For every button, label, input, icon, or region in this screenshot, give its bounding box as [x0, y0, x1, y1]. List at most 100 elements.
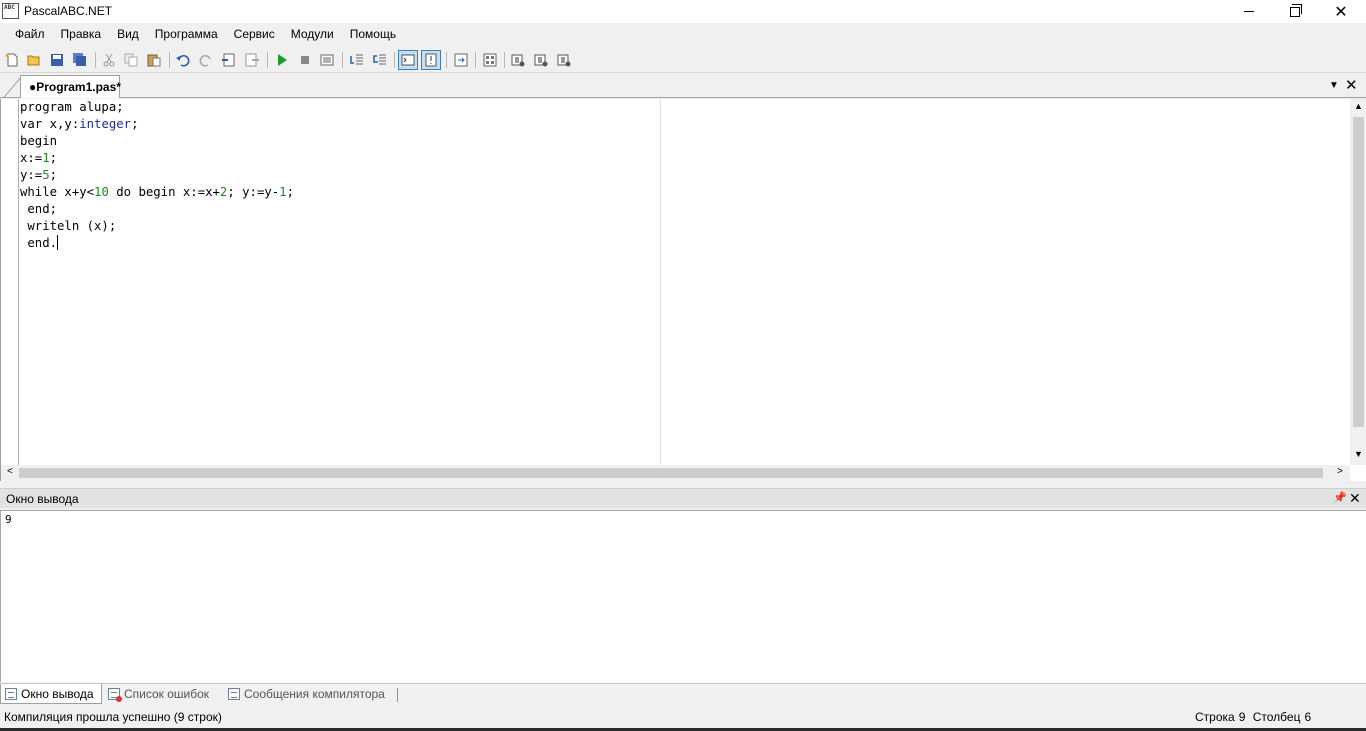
code-line-2: var x,y:integer; — [20, 117, 139, 131]
menu-modules[interactable]: Модули — [283, 24, 342, 45]
paste-icon — [147, 54, 161, 67]
tab-output-window[interactable]: Окно вывода — [0, 684, 102, 704]
vertical-scrollbar[interactable]: ▲ ▼ — [1350, 99, 1366, 465]
find-button[interactable] — [219, 50, 239, 70]
scroll-right-icon[interactable]: > — [1337, 466, 1343, 477]
code-line-6: while x+y<10 do begin x:=x+2; y:=y-1; — [20, 185, 294, 199]
toolbar-separator — [475, 52, 476, 68]
editor-tab-strip: ●Program1.pas* ▼ ✕ — [0, 74, 1366, 98]
step-into-icon — [350, 54, 363, 65]
close-pane-icon[interactable]: ✕ — [1349, 490, 1361, 507]
navigate-button[interactable] — [451, 50, 471, 70]
toolbar-separator — [169, 52, 170, 68]
tool-a-button[interactable] — [508, 50, 528, 70]
output-window-icon — [5, 688, 17, 700]
stop-icon — [301, 56, 309, 64]
code-line-1: program alupa; — [20, 100, 124, 114]
pascalabc-app-icon: ABC — [2, 3, 19, 19]
code-text[interactable]: program alupa; var x,y:integer; begin x:… — [20, 99, 294, 252]
tab-error-list[interactable]: Список ошибок — [104, 684, 220, 704]
menu-view[interactable]: Вид — [109, 24, 147, 45]
minimize-button[interactable] — [1226, 0, 1272, 23]
output-toggle-button[interactable] — [398, 50, 418, 70]
toolbar-separator — [504, 52, 505, 68]
output-toggle-icon — [401, 54, 415, 66]
tool-b-button[interactable] — [531, 50, 551, 70]
undo-icon — [176, 55, 190, 67]
output-window[interactable]: 9 — [0, 510, 1366, 682]
compile-button[interactable] — [317, 50, 337, 70]
open-button[interactable] — [24, 50, 44, 70]
tab-list-dropdown-icon[interactable]: ▼ — [1329, 80, 1339, 91]
status-message: Компиляция прошла успешно (9 строк) — [4, 710, 222, 724]
close-window-button[interactable]: ✕ — [1318, 0, 1364, 23]
find-icon — [222, 53, 235, 67]
pin-icon[interactable]: 📌 — [1333, 491, 1347, 504]
stop-button[interactable] — [295, 50, 315, 70]
save-icon — [51, 54, 63, 66]
redo-button[interactable] — [196, 50, 216, 70]
redo-icon — [199, 55, 211, 67]
restore-button[interactable] — [1272, 0, 1318, 23]
output-pane-title: Окно вывода — [6, 492, 79, 506]
output-text: 9 — [5, 513, 12, 526]
code-editor[interactable]: program alupa; var x,y:integer; begin x:… — [0, 99, 1366, 481]
restore-icon — [1290, 3, 1302, 17]
code-line-9-text: end. — [20, 236, 58, 250]
tab-compiler-messages-label: Сообщения компилятора — [244, 687, 385, 701]
tab-program1[interactable]: ●Program1.pas* — [20, 75, 121, 98]
save-all-icon — [73, 53, 86, 66]
step-over-button[interactable] — [370, 50, 390, 70]
new-file-icon — [5, 53, 18, 67]
undo-button[interactable] — [173, 50, 193, 70]
horizontal-scrollbar[interactable]: < > — [1, 465, 1350, 481]
save-button[interactable] — [47, 50, 67, 70]
toolbar-separator — [95, 52, 96, 68]
scroll-left-icon[interactable]: < — [7, 466, 13, 477]
close-icon: ✕ — [1334, 3, 1348, 21]
tab-error-list-label: Список ошибок — [124, 687, 210, 701]
replace-button[interactable] — [242, 50, 262, 70]
menu-program[interactable]: Программа — [147, 24, 226, 45]
scroll-up-icon[interactable]: ▲ — [1354, 101, 1363, 111]
menu-help[interactable]: Помощь — [342, 24, 404, 45]
menu-service[interactable]: Сервис — [226, 24, 283, 45]
right-margin-line — [660, 99, 661, 465]
replace-icon — [245, 53, 259, 67]
navigate-icon — [454, 53, 468, 67]
text-caret — [57, 235, 59, 250]
form-designer-button[interactable] — [480, 50, 500, 70]
run-button[interactable] — [272, 50, 292, 70]
paste-button[interactable] — [144, 50, 164, 70]
cut-icon — [103, 53, 115, 67]
tool-c-button[interactable] — [554, 50, 574, 70]
title-bar: ABC PascalABC.NET ✕ — [0, 0, 1366, 23]
window-title: PascalABC.NET — [24, 4, 113, 18]
errors-toggle-button[interactable] — [421, 50, 441, 70]
step-into-button[interactable] — [347, 50, 367, 70]
row-label: Строка — [1195, 710, 1235, 724]
tool-a-icon — [511, 54, 525, 67]
save-all-button[interactable] — [70, 50, 90, 70]
menu-file[interactable]: Файл — [7, 24, 53, 45]
tab-compiler-messages[interactable]: Сообщения компилятора — [224, 684, 396, 704]
tab-output-window-label: Окно вывода — [21, 687, 94, 701]
scroll-down-icon[interactable]: ▼ — [1354, 449, 1363, 459]
toolbar-separator — [446, 52, 447, 68]
copy-button[interactable] — [121, 50, 141, 70]
tab-separator — [397, 688, 398, 702]
horizontal-scroll-thumb[interactable] — [19, 468, 1323, 478]
close-tab-icon[interactable]: ✕ — [1345, 76, 1358, 94]
compile-icon — [320, 54, 334, 66]
new-file-button[interactable] — [2, 50, 22, 70]
cut-button[interactable] — [99, 50, 119, 70]
menu-bar: Файл Правка Вид Программа Сервис Модули … — [0, 24, 1366, 45]
code-line-5: y:=5; — [20, 168, 58, 182]
vertical-scroll-thumb[interactable] — [1353, 117, 1364, 427]
form-designer-icon — [483, 53, 497, 67]
row-value: 9 — [1238, 710, 1246, 724]
copy-icon — [124, 53, 138, 67]
output-pane-header: Окно вывода 📌 ✕ — [0, 488, 1366, 508]
code-line-3: begin — [20, 134, 58, 148]
menu-edit[interactable]: Правка — [53, 24, 110, 45]
